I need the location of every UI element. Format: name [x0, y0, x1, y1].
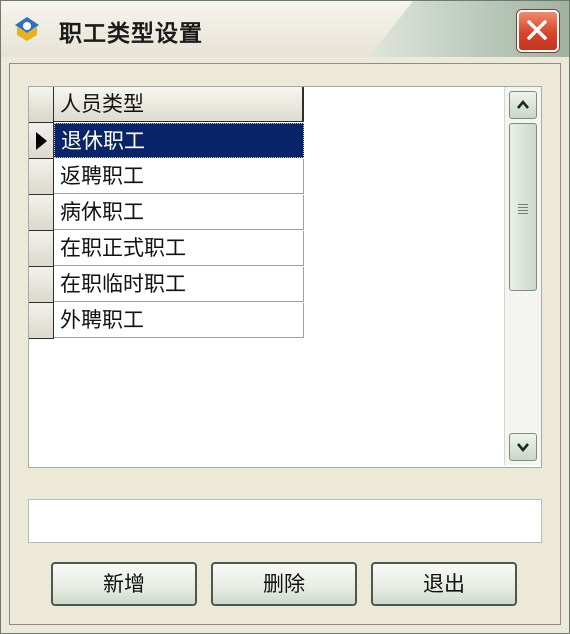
exit-button[interactable]: 退出: [371, 562, 517, 606]
current-row-arrow-icon: [36, 132, 47, 150]
row-indicator[interactable]: [29, 231, 54, 267]
row-indicator[interactable]: [29, 267, 54, 303]
add-button[interactable]: 新增: [51, 562, 197, 606]
dialog-window: 职工类型设置 人员类型 退休职工 返聘职工 病休职工 在职正式职工 在职临时职工…: [0, 0, 570, 634]
chevron-down-icon: [517, 443, 529, 453]
scroll-thumb[interactable]: [509, 123, 537, 291]
table-row[interactable]: 外聘职工: [29, 303, 305, 339]
scroll-up-button[interactable]: [509, 91, 537, 119]
table-row[interactable]: 病休职工: [29, 195, 305, 231]
grid-cell[interactable]: 在职正式职工: [54, 231, 304, 266]
grid-header-row: 人员类型: [29, 87, 305, 123]
grid-cell[interactable]: 外聘职工: [54, 303, 304, 338]
app-logo-icon: [15, 17, 39, 41]
grid-cell[interactable]: 退休职工: [54, 123, 304, 158]
window-title: 职工类型设置: [59, 21, 203, 47]
thumb-grip-line: [518, 204, 528, 205]
delete-button[interactable]: 删除: [211, 562, 357, 606]
row-indicator-header: [29, 87, 54, 123]
row-indicator[interactable]: [29, 123, 54, 159]
grid-cell[interactable]: 返聘职工: [54, 159, 304, 194]
table-row[interactable]: 返聘职工: [29, 159, 305, 195]
edit-text-field[interactable]: [28, 499, 542, 543]
row-indicator[interactable]: [29, 195, 54, 231]
close-icon: [527, 20, 547, 40]
row-indicator[interactable]: [29, 159, 54, 195]
table-row[interactable]: 退休职工: [29, 123, 305, 159]
vertical-scrollbar[interactable]: [504, 87, 541, 465]
thumb-grip-line: [518, 210, 528, 211]
grid-cell[interactable]: 在职临时职工: [54, 267, 304, 302]
thumb-grip-line: [518, 213, 528, 214]
column-header-person-type[interactable]: 人员类型: [54, 87, 304, 122]
close-button[interactable]: [517, 10, 559, 52]
chevron-up-icon: [517, 99, 529, 109]
employee-type-grid[interactable]: 人员类型 退休职工 返聘职工 病休职工 在职正式职工 在职临时职工 外聘职工: [28, 86, 542, 468]
grid-cell[interactable]: 病休职工: [54, 195, 304, 230]
table-row[interactable]: 在职临时职工: [29, 267, 305, 303]
table-row[interactable]: 在职正式职工: [29, 231, 305, 267]
scroll-down-button[interactable]: [509, 433, 537, 461]
title-bar[interactable]: 职工类型设置: [1, 1, 569, 57]
row-indicator[interactable]: [29, 303, 54, 339]
thumb-grip-line: [518, 207, 528, 208]
